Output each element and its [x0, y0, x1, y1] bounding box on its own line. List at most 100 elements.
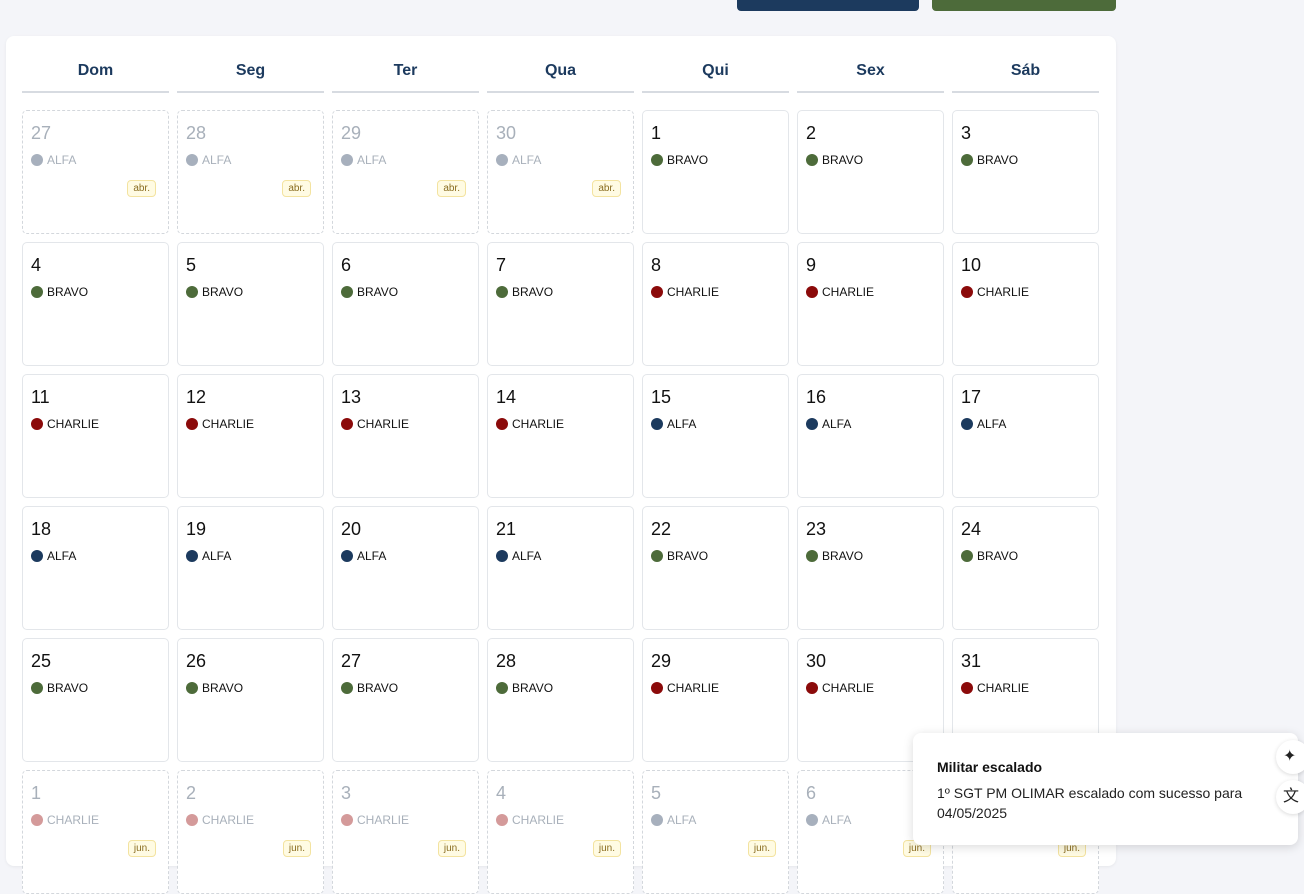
- day-number: 10: [961, 255, 982, 275]
- team-color-dot: [806, 550, 818, 562]
- day-number: 2: [806, 123, 817, 143]
- day-number: 26: [186, 651, 207, 671]
- team-label: BRAVO: [977, 549, 1019, 563]
- day-cell[interactable]: 18 ALFA: [22, 506, 169, 630]
- team-color-dot: [651, 550, 663, 562]
- day-cell[interactable]: 27 BRAVO: [332, 638, 479, 762]
- day-cell[interactable]: 21 ALFA: [487, 506, 634, 630]
- team-label: CHARLIE: [357, 813, 410, 827]
- top-action-button-secondary[interactable]: [932, 0, 1116, 11]
- day-cell[interactable]: 17 ALFA: [952, 374, 1099, 498]
- team-color-dot: [806, 418, 818, 430]
- day-cell[interactable]: 5 ALFA jun.: [642, 770, 789, 894]
- team-color-dot: [341, 286, 353, 298]
- team-label: BRAVO: [667, 153, 709, 167]
- day-cell[interactable]: 3 CHARLIE jun.: [332, 770, 479, 894]
- team-label: BRAVO: [202, 285, 244, 299]
- day-number: 3: [341, 783, 352, 803]
- day-number: 16: [806, 387, 827, 407]
- toast-notification: Militar escalado 1º SGT PM OLIMAR escala…: [913, 733, 1298, 845]
- team-label: CHARLIE: [822, 681, 875, 695]
- team-color-dot: [31, 418, 43, 430]
- day-cell[interactable]: 28 BRAVO: [487, 638, 634, 762]
- team-label: CHARLIE: [512, 417, 565, 431]
- day-cell[interactable]: 26 BRAVO: [177, 638, 324, 762]
- day-cell[interactable]: 12 CHARLIE: [177, 374, 324, 498]
- day-cell[interactable]: 2 CHARLIE jun.: [177, 770, 324, 894]
- team-color-dot: [651, 286, 663, 298]
- day-cell[interactable]: 27 ALFA abr.: [22, 110, 169, 234]
- weekday-seg: Seg: [235, 62, 266, 79]
- day-number: 5: [186, 255, 197, 275]
- weekday-qui: Qui: [702, 62, 729, 79]
- team-label: BRAVO: [512, 285, 554, 299]
- day-cell[interactable]: 22 BRAVO: [642, 506, 789, 630]
- team-label: ALFA: [977, 417, 1007, 431]
- team-label: CHARLIE: [512, 813, 565, 827]
- day-number: 30: [806, 651, 827, 671]
- day-number: 14: [496, 387, 517, 407]
- team-color-dot: [341, 154, 353, 166]
- day-cell[interactable]: 5 BRAVO: [177, 242, 324, 366]
- day-number: 12: [186, 387, 207, 407]
- day-number: 28: [186, 123, 207, 143]
- day-number: 1: [651, 123, 662, 143]
- day-cell[interactable]: 14 CHARLIE: [487, 374, 634, 498]
- team-label: BRAVO: [357, 681, 399, 695]
- day-cell[interactable]: 23 BRAVO: [797, 506, 944, 630]
- day-cell[interactable]: 4 BRAVO: [22, 242, 169, 366]
- weekday-underline: [332, 91, 479, 93]
- day-cell[interactable]: 4 CHARLIE jun.: [487, 770, 634, 894]
- day-cell[interactable]: 11 CHARLIE: [22, 374, 169, 498]
- day-cell[interactable]: 16 ALFA: [797, 374, 944, 498]
- day-cell[interactable]: 20 ALFA: [332, 506, 479, 630]
- day-cell[interactable]: 1 BRAVO: [642, 110, 789, 234]
- day-number: 21: [496, 519, 517, 539]
- day-cell[interactable]: 29 ALFA abr.: [332, 110, 479, 234]
- weekday-underline: [797, 91, 944, 93]
- day-cell[interactable]: 2 BRAVO: [797, 110, 944, 234]
- day-cell[interactable]: 3 BRAVO: [952, 110, 1099, 234]
- day-cell[interactable]: 24 BRAVO: [952, 506, 1099, 630]
- day-cell[interactable]: 8 CHARLIE: [642, 242, 789, 366]
- weekday-qua: Qua: [544, 62, 577, 79]
- sparkle-icon[interactable]: ✦: [1276, 740, 1304, 774]
- day-cell[interactable]: 6 BRAVO: [332, 242, 479, 366]
- month-tag: abr.: [282, 180, 311, 197]
- team-color-dot: [496, 418, 508, 430]
- team-label: CHARLIE: [202, 417, 255, 431]
- team-label: CHARLIE: [977, 681, 1030, 695]
- team-color-dot: [31, 286, 43, 298]
- toast-title: Militar escalado: [937, 759, 1043, 775]
- team-label: ALFA: [47, 549, 77, 563]
- day-cell[interactable]: 15 ALFA: [642, 374, 789, 498]
- day-cell[interactable]: 7 BRAVO: [487, 242, 634, 366]
- month-tag: jun.: [747, 840, 776, 857]
- team-color-dot: [496, 286, 508, 298]
- day-number: 18: [31, 519, 52, 539]
- team-color-dot: [961, 418, 973, 430]
- month-tag: abr.: [127, 180, 156, 197]
- team-color-dot: [651, 814, 663, 826]
- day-cell[interactable]: 30 ALFA abr.: [487, 110, 634, 234]
- day-number: 1: [31, 783, 42, 803]
- day-cell[interactable]: 10 CHARLIE: [952, 242, 1099, 366]
- weekday-underline: [952, 91, 1099, 93]
- day-cell[interactable]: 29 CHARLIE: [642, 638, 789, 762]
- day-cell[interactable]: 19 ALFA: [177, 506, 324, 630]
- team-label: BRAVO: [822, 549, 864, 563]
- top-action-button-primary[interactable]: [737, 0, 919, 11]
- team-color-dot: [186, 550, 198, 562]
- day-cell[interactable]: 13 CHARLIE: [332, 374, 479, 498]
- translate-icon[interactable]: 文: [1276, 780, 1304, 814]
- team-color-dot: [651, 154, 663, 166]
- day-cell[interactable]: 9 CHARLIE: [797, 242, 944, 366]
- day-cell[interactable]: 1 CHARLIE jun.: [22, 770, 169, 894]
- day-cell[interactable]: 25 BRAVO: [22, 638, 169, 762]
- team-color-dot: [186, 286, 198, 298]
- team-label: ALFA: [667, 813, 697, 827]
- team-label: BRAVO: [822, 153, 864, 167]
- month-tag: jun.: [437, 840, 466, 857]
- day-cell[interactable]: 28 ALFA abr.: [177, 110, 324, 234]
- team-label: CHARLIE: [202, 813, 255, 827]
